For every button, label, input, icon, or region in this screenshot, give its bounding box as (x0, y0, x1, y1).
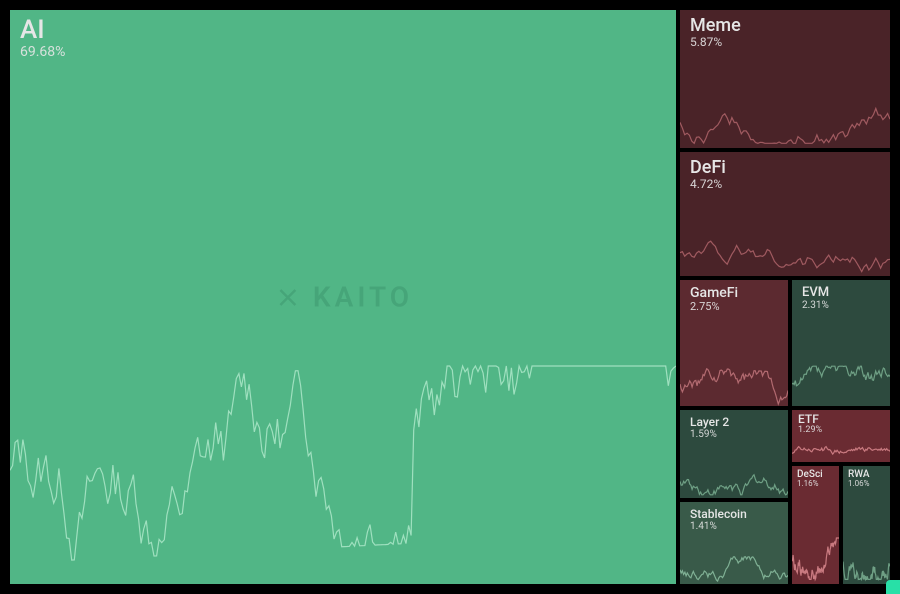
tile-ai[interactable]: KAITO AI 69.68% (8, 8, 678, 586)
tile-layer2-sparkline (680, 464, 788, 498)
tile-etf-pct: 1.29% (798, 426, 822, 436)
tile-etf[interactable]: ETF 1.29% (790, 408, 892, 464)
tile-rwa-sparkline (843, 536, 890, 584)
tile-ai-name: AI (20, 16, 65, 45)
corner-accent (886, 580, 900, 594)
tile-stablecoin[interactable]: Stablecoin 1.41% (678, 500, 790, 586)
tile-defi[interactable]: DeFi 4.72% (678, 150, 892, 278)
tile-meme-pct: 5.87% (690, 36, 741, 49)
tile-stablecoin-pct: 1.41% (690, 521, 747, 532)
tile-ai-sparkline (10, 364, 676, 584)
tile-rwa-pct: 1.06% (848, 480, 870, 489)
tile-stablecoin-sparkline (680, 554, 788, 584)
watermark-text: KAITO (313, 281, 413, 314)
tile-layer2[interactable]: Layer 2 1.59% (678, 408, 790, 500)
tile-evm[interactable]: EVM 2.31% (790, 278, 892, 408)
tile-ai-pct: 69.68% (20, 45, 65, 60)
tile-rwa[interactable]: RWA 1.06% (841, 464, 892, 586)
tile-meme[interactable]: Meme 5.87% (678, 8, 892, 150)
tile-etf-sparkline (792, 444, 890, 462)
tile-defi-sparkline (680, 230, 890, 276)
tile-gamefi[interactable]: GameFi 2.75% (678, 278, 790, 408)
tile-layer2-name: Layer 2 (690, 416, 729, 429)
tile-desci-pct: 1.16% (797, 480, 823, 489)
tile-gamefi-sparkline (680, 362, 788, 406)
tile-defi-name: DeFi (690, 158, 726, 178)
tile-evm-name: EVM (802, 286, 829, 300)
tile-gamefi-pct: 2.75% (690, 301, 738, 313)
tile-evm-sparkline (792, 362, 890, 406)
tile-meme-name: Meme (690, 16, 741, 36)
tile-desci-sparkline (792, 536, 839, 584)
tile-stablecoin-name: Stablecoin (690, 508, 747, 521)
watermark: KAITO (273, 281, 413, 314)
tile-meme-sparkline (680, 98, 890, 148)
tile-defi-pct: 4.72% (690, 178, 726, 191)
treemap: KAITO AI 69.68% Meme 5.87% DeFi 4.72% Ga… (8, 8, 892, 586)
tile-evm-pct: 2.31% (802, 300, 829, 311)
tile-layer2-pct: 1.59% (690, 429, 729, 440)
tile-gamefi-name: GameFi (690, 286, 738, 301)
tile-desci[interactable]: DeSci 1.16% (790, 464, 841, 586)
